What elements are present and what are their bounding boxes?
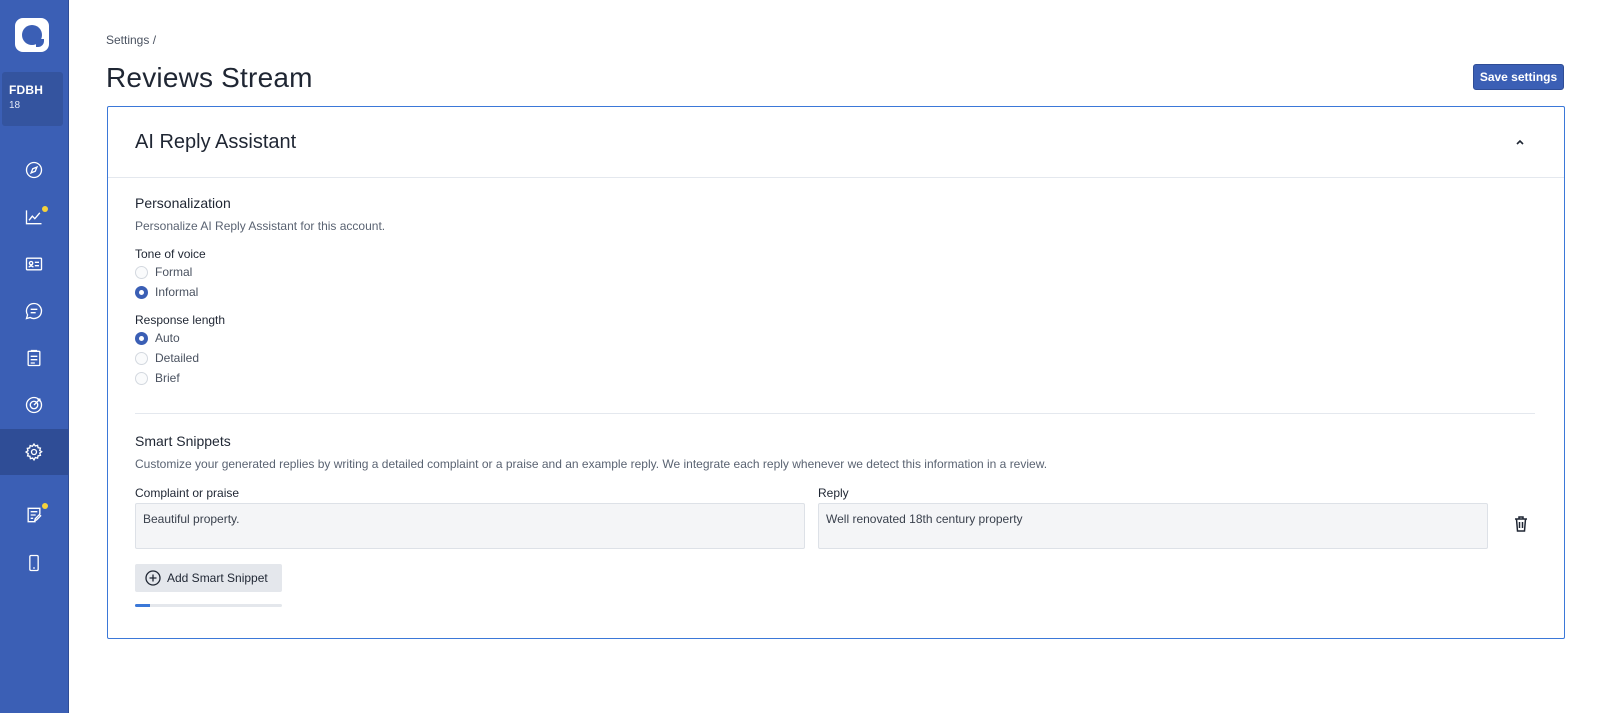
target-icon — [25, 396, 43, 414]
sidebar-item-settings[interactable] — [0, 429, 68, 475]
section-divider — [135, 413, 1535, 414]
sidebar-item-mobile[interactable] — [0, 540, 68, 586]
complaint-label: Complaint or praise — [135, 486, 240, 500]
sidebar-item-explore[interactable] — [0, 147, 68, 193]
radio-button-checked[interactable] — [135, 331, 148, 345]
smart-snippets-title: Smart Snippets — [135, 433, 231, 449]
length-option-label: Auto — [155, 331, 180, 345]
mobile-icon — [29, 554, 39, 572]
ai-reply-assistant-card: AI Reply Assistant Personalization Perso… — [107, 106, 1565, 639]
sidebar-item-goals[interactable] — [0, 382, 68, 428]
trash-icon[interactable] — [1513, 515, 1529, 533]
account-switcher[interactable]: FDBH 18 — [2, 72, 63, 126]
length-option-auto[interactable]: Auto — [135, 331, 180, 345]
card-title: AI Reply Assistant — [135, 131, 297, 153]
sidebar-item-analytics[interactable] — [0, 194, 68, 240]
plus-circle-icon — [145, 570, 161, 586]
compass-icon — [25, 161, 43, 179]
sidebar: FDBH 18 — [0, 0, 69, 713]
add-smart-snippet-button[interactable]: Add Smart Snippet — [135, 564, 282, 592]
reply-label: Reply — [818, 486, 849, 500]
save-settings-button[interactable]: Save settings — [1473, 64, 1564, 90]
card-header[interactable]: AI Reply Assistant — [108, 107, 1564, 178]
chevron-up-icon[interactable] — [1512, 134, 1528, 150]
contact-card-icon — [25, 257, 43, 271]
radio-button[interactable] — [135, 265, 148, 279]
radio-button-checked[interactable] — [135, 285, 148, 299]
length-option-detailed[interactable]: Detailed — [135, 351, 199, 365]
chat-icon — [25, 302, 43, 320]
response-length-label: Response length — [135, 313, 226, 327]
account-name: FDBH — [9, 83, 44, 97]
length-option-label: Brief — [155, 371, 180, 385]
account-number: 18 — [9, 100, 21, 111]
length-option-label: Detailed — [155, 351, 200, 365]
breadcrumb[interactable]: Settings / — [106, 33, 156, 47]
length-option-brief[interactable]: Brief — [135, 371, 180, 385]
radio-button[interactable] — [135, 371, 148, 385]
add-smart-snippet-label: Add Smart Snippet — [167, 571, 268, 585]
complaint-input[interactable]: Beautiful property. — [135, 503, 805, 549]
app-logo[interactable] — [15, 18, 49, 52]
sidebar-item-notes[interactable] — [0, 492, 68, 538]
tone-option-formal[interactable]: Formal — [135, 265, 192, 279]
tone-option-label: Informal — [155, 285, 199, 299]
note-edit-icon — [27, 507, 42, 523]
tone-option-label: Formal — [155, 265, 193, 279]
personalization-title: Personalization — [135, 195, 231, 211]
sidebar-item-tasks[interactable] — [0, 335, 68, 381]
tone-option-informal[interactable]: Informal — [135, 285, 198, 299]
trending-up-icon — [25, 210, 42, 225]
tone-of-voice-label: Tone of voice — [135, 247, 206, 261]
clipboard-icon — [27, 349, 41, 367]
personalization-description: Personalize AI Reply Assistant for this … — [135, 219, 386, 233]
sidebar-item-messages[interactable] — [0, 288, 68, 334]
sidebar-item-contacts[interactable] — [0, 241, 68, 287]
gear-icon — [24, 442, 43, 462]
snippet-progress-bar — [135, 604, 282, 607]
notification-badge — [42, 206, 48, 212]
page-title: Reviews Stream — [106, 62, 313, 93]
reply-input[interactable]: Well renovated 18th century property — [818, 503, 1488, 549]
smart-snippets-description: Customize your generated replies by writ… — [135, 457, 1048, 471]
progress-fill — [135, 604, 150, 607]
radio-button[interactable] — [135, 351, 148, 365]
notification-badge — [42, 503, 48, 509]
